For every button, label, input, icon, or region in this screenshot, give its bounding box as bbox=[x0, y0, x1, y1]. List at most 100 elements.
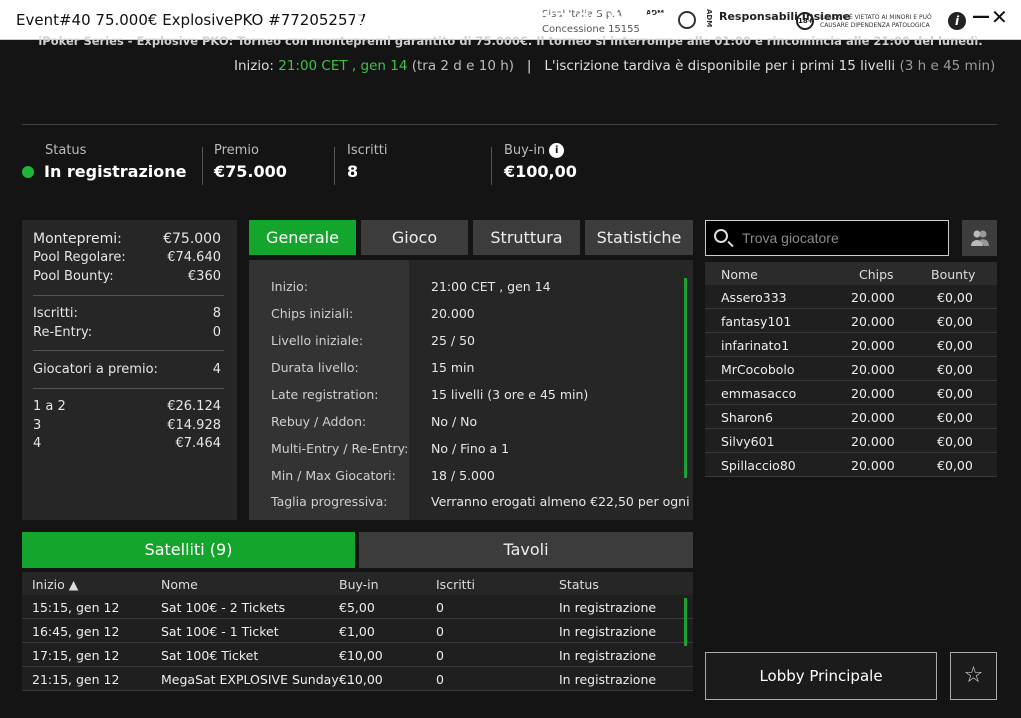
start-time: 21:00 CET , gen 14 bbox=[278, 58, 408, 74]
prize-key: Iscritti: bbox=[33, 306, 78, 321]
players-table-header: Nome Chips Bounty bbox=[705, 262, 997, 285]
player-name: fantasy101 bbox=[721, 314, 792, 329]
payout-position: 1 a 2 bbox=[33, 399, 66, 414]
column-header-bounty[interactable]: Bounty bbox=[931, 267, 975, 282]
player-bounty: €0,00 bbox=[937, 386, 973, 401]
player-chips: 20.000 bbox=[851, 362, 895, 377]
column-header-buyin[interactable]: Buy-in bbox=[339, 577, 379, 592]
header-divider bbox=[22, 124, 997, 125]
player-chips: 20.000 bbox=[851, 410, 895, 425]
column-header-name[interactable]: Nome bbox=[721, 267, 758, 282]
player-name: Spillaccio80 bbox=[721, 458, 796, 473]
player-bounty: €0,00 bbox=[937, 290, 973, 305]
column-header-status[interactable]: Status bbox=[559, 577, 599, 592]
table-row[interactable]: Sharon6 20.000 €0,00 bbox=[705, 405, 997, 429]
prize-key: Re-Entry: bbox=[33, 325, 93, 340]
player-chips: 20.000 bbox=[851, 314, 895, 329]
satellite-status: In registrazione bbox=[559, 648, 657, 663]
general-label: Durata livello: bbox=[271, 360, 359, 375]
buyin-value: €100,00 bbox=[504, 162, 577, 181]
table-row[interactable]: Silvy601 20.000 €0,00 bbox=[705, 429, 997, 453]
general-value: Verranno erogati almeno €22,50 per ogni bbox=[431, 494, 690, 509]
late-registration-text: L'iscrizione tardiva è disponibile per i… bbox=[544, 58, 896, 74]
players-table: Nome Chips Bounty Assero333 20.000 €0,00 f… bbox=[705, 262, 997, 477]
table-row[interactable]: MrCocobolo 20.000 €0,00 bbox=[705, 357, 997, 381]
column-header-entrants[interactable]: Iscritti bbox=[436, 577, 475, 592]
general-label: Rebuy / Addon: bbox=[271, 414, 367, 429]
table-row[interactable]: emmasacco 20.000 €0,00 bbox=[705, 381, 997, 405]
general-value: 25 / 50 bbox=[431, 333, 475, 348]
player-search-input[interactable] bbox=[742, 228, 942, 248]
player-name: emmasacco bbox=[721, 386, 797, 401]
prize-value: €75.000 bbox=[214, 162, 287, 181]
satellite-buyin: €5,00 bbox=[339, 600, 375, 615]
table-row[interactable]: infarinato1 20.000 €0,00 bbox=[705, 333, 997, 357]
main-lobby-button[interactable]: Lobby Principale bbox=[705, 652, 937, 700]
prize-key: Pool Bounty: bbox=[33, 269, 114, 284]
table-row[interactable]: 21:15, gen 12 MegaSat EXPLOSIVE Sunday ..… bbox=[22, 667, 693, 691]
satellite-status: In registrazione bbox=[559, 624, 657, 639]
general-scrollbar[interactable] bbox=[684, 278, 687, 478]
general-value: 18 / 5.000 bbox=[431, 468, 495, 483]
panel-divider bbox=[33, 295, 224, 296]
general-value: No / No bbox=[431, 414, 478, 429]
stat-divider bbox=[202, 147, 203, 185]
column-header-chips[interactable]: Chips bbox=[859, 267, 894, 282]
prize-value: €74.640 bbox=[167, 250, 221, 265]
table-row[interactable]: fantasy101 20.000 €0,00 bbox=[705, 309, 997, 333]
prize-value: 4 bbox=[212, 362, 221, 377]
player-name: infarinato1 bbox=[721, 338, 790, 353]
table-row[interactable]: Assero333 20.000 €0,00 bbox=[705, 285, 997, 309]
tab-struttura[interactable]: Struttura bbox=[473, 220, 580, 255]
payout-amount: €14.928 bbox=[167, 418, 221, 433]
satellite-status: In registrazione bbox=[559, 672, 657, 687]
my-players-button[interactable] bbox=[962, 220, 997, 256]
buyin-stat: Buy-in i €100,00 bbox=[504, 143, 577, 181]
player-name: MrCocobolo bbox=[721, 362, 795, 377]
satellite-start: 16:45, gen 12 bbox=[32, 624, 120, 639]
tab-tavoli[interactable]: Tavoli bbox=[359, 532, 693, 568]
satellite-start: 17:15, gen 12 bbox=[32, 648, 120, 663]
table-row[interactable]: Spillaccio80 20.000 €0,00 bbox=[705, 453, 997, 477]
player-search bbox=[705, 220, 949, 256]
tab-statistiche[interactable]: Statistiche bbox=[585, 220, 693, 255]
player-bounty: €0,00 bbox=[937, 410, 973, 425]
prize-value: €75.000 bbox=[163, 231, 221, 247]
tournament-title: EVENT#40 75.000€ EXPLOSIVEPKO bbox=[353, 9, 668, 28]
player-name: Silvy601 bbox=[721, 434, 775, 449]
satellite-entrants: 0 bbox=[436, 624, 444, 639]
satellite-buyin: €1,00 bbox=[339, 624, 375, 639]
player-bounty: €0,00 bbox=[937, 314, 973, 329]
satellites-scrollbar[interactable] bbox=[684, 598, 687, 646]
column-header-start[interactable]: Inizio ▲ bbox=[32, 577, 78, 592]
column-header-name[interactable]: Nome bbox=[161, 577, 198, 592]
panel-divider bbox=[33, 350, 224, 351]
prize-stat: Premio €75.000 bbox=[214, 143, 287, 181]
player-chips: 20.000 bbox=[851, 290, 895, 305]
separator: | bbox=[526, 58, 532, 74]
prize-value: 8 bbox=[212, 306, 221, 321]
entrants-label: Iscritti bbox=[347, 143, 388, 158]
status-dot-icon bbox=[22, 166, 34, 178]
panel-divider bbox=[33, 388, 224, 389]
general-value: 20.000 bbox=[431, 306, 475, 321]
general-value: 15 livelli (3 ore e 45 min) bbox=[431, 387, 589, 402]
stat-divider bbox=[334, 147, 335, 185]
satellite-buyin: €10,00 bbox=[339, 648, 383, 663]
player-bounty: €0,00 bbox=[937, 362, 973, 377]
player-bounty: €0,00 bbox=[937, 338, 973, 353]
tab-generale[interactable]: Generale bbox=[249, 220, 356, 255]
table-row[interactable]: 15:15, gen 12 Sat 100€ - 2 Tickets €5,00 0 I… bbox=[22, 595, 693, 619]
favorite-star-icon[interactable]: ☆ bbox=[950, 652, 997, 700]
tab-gioco[interactable]: Gioco bbox=[361, 220, 468, 255]
general-label: Min / Max Giocatori: bbox=[271, 468, 396, 483]
player-bounty: €0,00 bbox=[937, 458, 973, 473]
tab-satelliti[interactable]: Satelliti (9) bbox=[22, 532, 355, 568]
prize-label: Premio bbox=[214, 143, 259, 158]
search-icon bbox=[714, 229, 728, 243]
table-row[interactable]: 16:45, gen 12 Sat 100€ - 1 Ticket €1,00 0 In… bbox=[22, 619, 693, 643]
buyin-info-icon[interactable]: i bbox=[549, 143, 565, 158]
table-row[interactable]: 17:15, gen 12 Sat 100€ Ticket €10,00 0 In re… bbox=[22, 643, 693, 667]
start-label: Inizio: bbox=[234, 58, 274, 74]
general-value: 21:00 CET , gen 14 bbox=[431, 279, 551, 294]
